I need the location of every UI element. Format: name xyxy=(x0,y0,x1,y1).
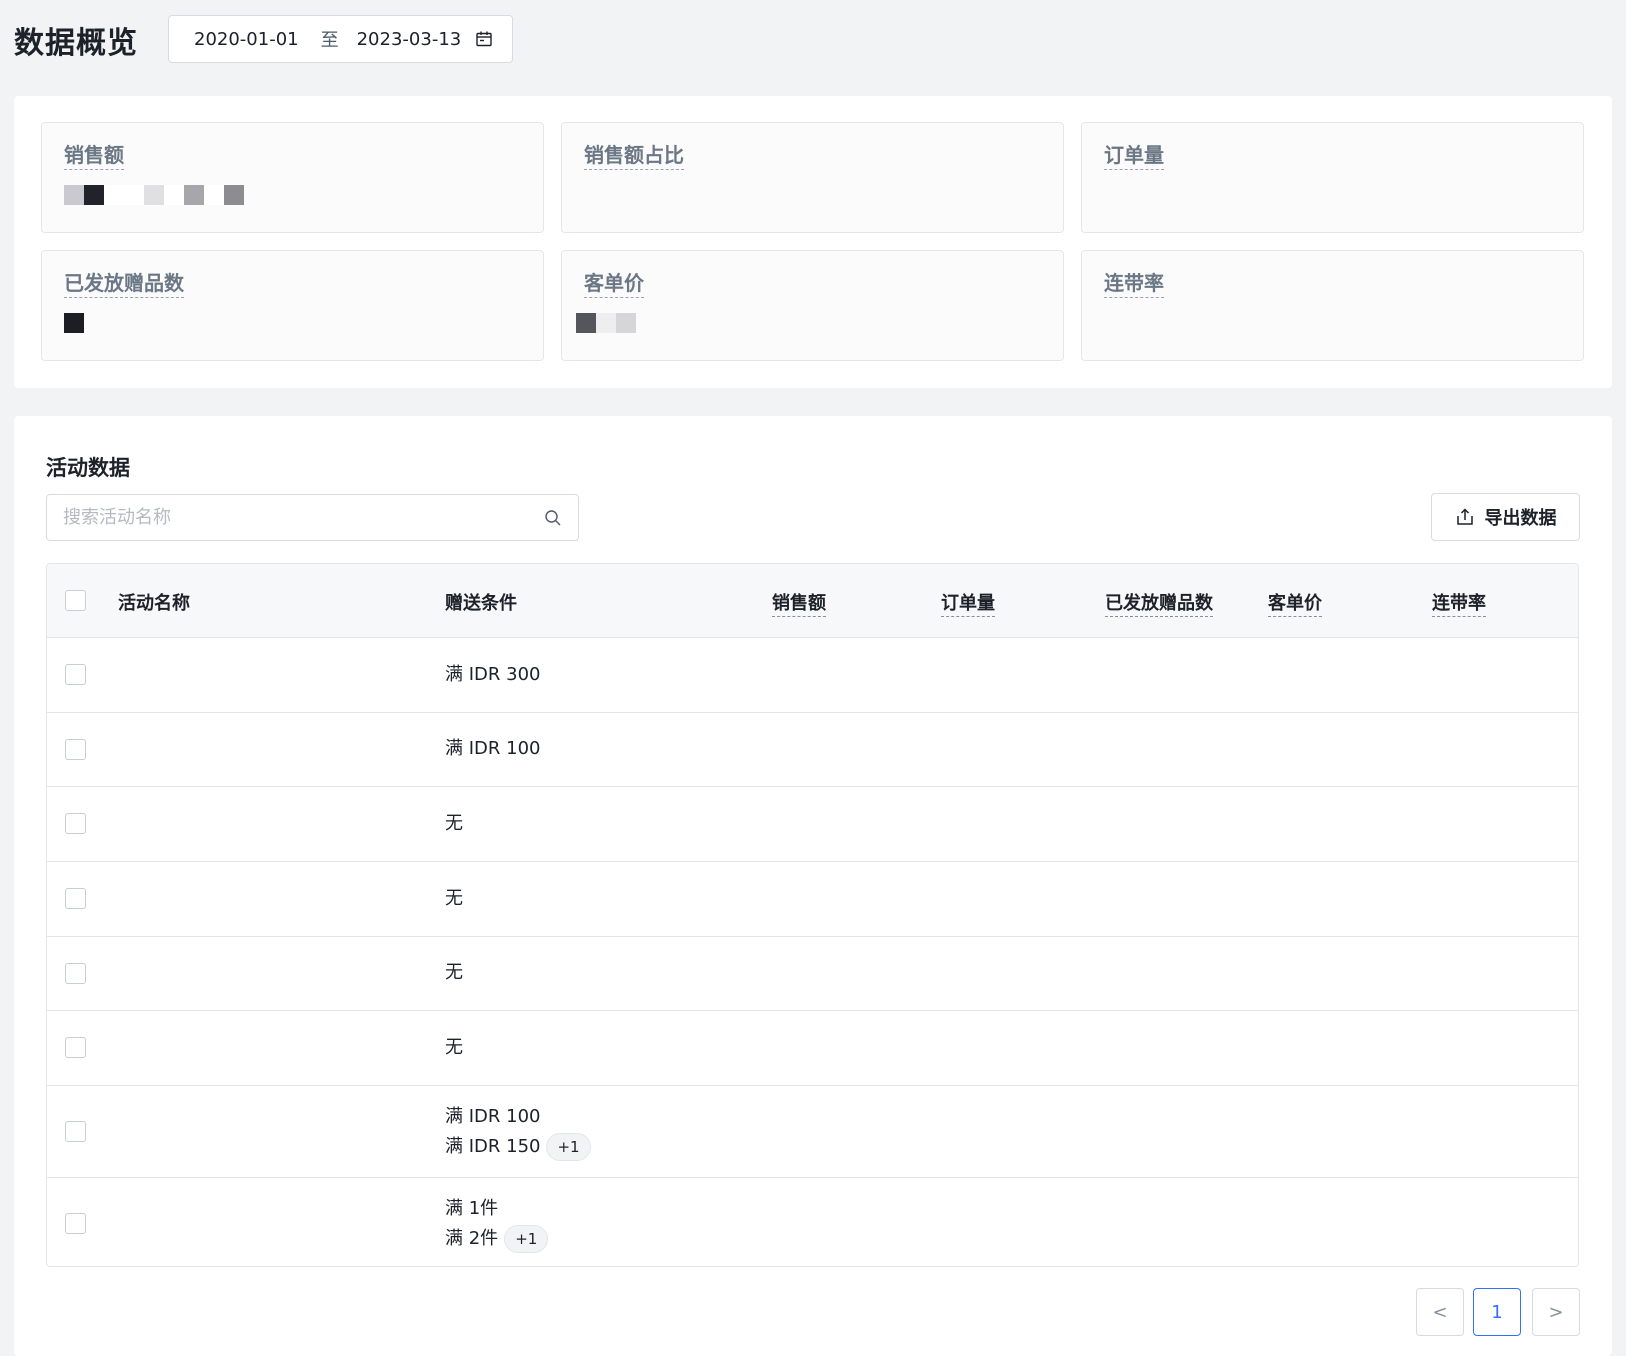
row-checkbox[interactable] xyxy=(65,888,86,909)
column-header-avg-order-value[interactable]: 客单价 xyxy=(1268,589,1322,617)
section-title: 活动数据 xyxy=(46,456,130,480)
row-checkbox[interactable] xyxy=(65,1037,86,1058)
export-button[interactable]: 导出数据 xyxy=(1431,493,1580,541)
gift-condition: 满 IDR 300 xyxy=(445,664,541,685)
row-checkbox[interactable] xyxy=(65,1213,86,1234)
page-title: 数据概览 xyxy=(14,26,138,61)
pagination-page-button[interactable]: 1 xyxy=(1473,1288,1521,1336)
metric-label: 连带率 xyxy=(1104,267,1164,298)
column-header-attach-rate[interactable]: 连带率 xyxy=(1432,589,1486,617)
metric-card-attach-rate: 连带率 xyxy=(1081,250,1584,361)
metric-label: 客单价 xyxy=(584,267,644,298)
activity-table: 活动名称 赠送条件 销售额 订单量 已发放赠品数 客单价 连带率 满 IDR 3… xyxy=(46,563,1579,1267)
more-conditions-tag[interactable]: +1 xyxy=(546,1133,591,1161)
search-input[interactable] xyxy=(63,507,544,528)
gift-condition: 满 IDR 100 满 IDR 150 +1 xyxy=(445,1102,591,1162)
table-row[interactable]: 无 xyxy=(47,787,1578,862)
select-all-checkbox[interactable] xyxy=(65,590,86,611)
table-row[interactable]: 满 IDR 300 xyxy=(47,638,1578,713)
activity-card: 活动数据 导出数据 活动名称 赠送条件 销售额 订单量 已发放赠品数 客单价 连… xyxy=(14,416,1612,1356)
metric-value-redacted xyxy=(64,185,244,211)
metric-label: 销售额占比 xyxy=(584,139,684,170)
date-end[interactable]: 2023-03-13 xyxy=(357,29,462,50)
column-header-sales[interactable]: 销售额 xyxy=(772,589,826,617)
metric-label: 订单量 xyxy=(1104,139,1164,170)
metric-card-sales-ratio: 销售额占比 xyxy=(561,122,1064,233)
gift-condition: 无 xyxy=(445,888,463,909)
column-header-gifts-issued[interactable]: 已发放赠品数 xyxy=(1105,589,1213,617)
table-row[interactable]: 满 IDR 100 满 IDR 150 +1 xyxy=(47,1086,1578,1178)
gift-condition: 无 xyxy=(445,1037,463,1058)
row-checkbox[interactable] xyxy=(65,739,86,760)
date-range-picker[interactable]: 2020-01-01 至 2023-03-13 xyxy=(168,15,513,63)
row-checkbox[interactable] xyxy=(65,664,86,685)
table-header: 活动名称 赠送条件 销售额 订单量 已发放赠品数 客单价 连带率 xyxy=(47,564,1578,638)
metric-card-sales: 销售额 xyxy=(41,122,544,233)
metric-card-gifts-issued: 已发放赠品数 xyxy=(41,250,544,361)
top-bar: 数据概览 2020-01-01 至 2023-03-13 xyxy=(0,0,1626,96)
table-row[interactable]: 无 xyxy=(47,862,1578,937)
gift-condition: 无 xyxy=(445,813,463,834)
gift-condition: 满 IDR 100 xyxy=(445,738,541,759)
more-conditions-tag[interactable]: +1 xyxy=(504,1225,549,1253)
metric-card-orders: 订单量 xyxy=(1081,122,1584,233)
date-separator: 至 xyxy=(320,30,339,51)
row-checkbox[interactable] xyxy=(65,963,86,984)
gift-condition: 满 1件 满 2件 +1 xyxy=(445,1194,549,1254)
metric-label: 已发放赠品数 xyxy=(64,267,184,298)
metric-card-avg-order-value: 客单价 xyxy=(561,250,1064,361)
row-checkbox[interactable] xyxy=(65,813,86,834)
calendar-icon[interactable] xyxy=(475,30,493,48)
table-row[interactable]: 无 xyxy=(47,1011,1578,1086)
export-icon xyxy=(1456,508,1473,525)
column-header-conditions: 赠送条件 xyxy=(445,593,517,614)
table-row[interactable]: 无 xyxy=(47,937,1578,1011)
table-row[interactable]: 满 1件 满 2件 +1 xyxy=(47,1178,1578,1266)
gift-condition: 无 xyxy=(445,962,463,983)
metric-value-redacted xyxy=(64,313,84,339)
pagination-next-button[interactable]: > xyxy=(1532,1288,1580,1336)
export-label: 导出数据 xyxy=(1484,508,1557,529)
overview-card: 销售额 销售额占比 订单量 已发放赠品数 客单价 连带率 xyxy=(14,96,1612,388)
pagination-prev-button[interactable]: < xyxy=(1416,1288,1464,1336)
search-box[interactable] xyxy=(46,494,579,541)
column-header-name: 活动名称 xyxy=(118,593,190,614)
date-start[interactable]: 2020-01-01 xyxy=(194,29,299,50)
table-row[interactable]: 满 IDR 100 xyxy=(47,713,1578,787)
column-header-orders[interactable]: 订单量 xyxy=(941,589,995,617)
row-checkbox[interactable] xyxy=(65,1121,86,1142)
metric-label: 销售额 xyxy=(64,139,124,170)
search-icon[interactable] xyxy=(544,509,562,527)
metric-value-redacted xyxy=(576,313,636,339)
